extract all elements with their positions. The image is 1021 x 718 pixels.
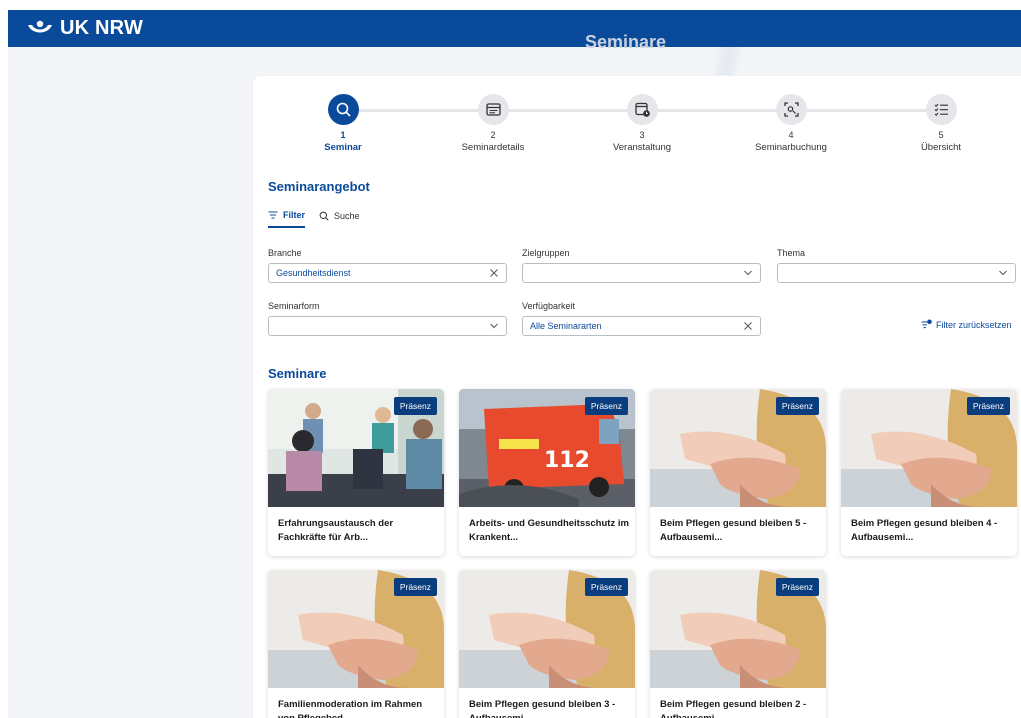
checklist-icon bbox=[934, 103, 948, 117]
branche-select[interactable]: Gesundheitsdienst bbox=[268, 263, 507, 283]
logo-text: UK NRW bbox=[60, 17, 144, 39]
filter-tabs: Filter Suche bbox=[268, 210, 360, 228]
calendar-clock-icon bbox=[634, 102, 650, 117]
tab-filter[interactable]: Filter bbox=[268, 210, 306, 228]
thema-select[interactable] bbox=[777, 263, 1016, 283]
step-circle bbox=[775, 94, 807, 125]
step-circle bbox=[327, 94, 359, 125]
branche-label: Branche bbox=[268, 248, 302, 258]
presence-badge: Präsenz bbox=[393, 397, 437, 415]
verfuegbarkeit-select[interactable]: Alle Seminararten bbox=[522, 316, 761, 336]
booking-icon bbox=[783, 102, 799, 117]
tab-label: Filter bbox=[283, 210, 306, 220]
seminar-card[interactable]: Präsenz Beim Pflegen gesund bleiben 2 - … bbox=[650, 570, 826, 718]
zielgruppen-label: Zielgruppen bbox=[522, 248, 570, 258]
step-circle bbox=[626, 94, 658, 125]
step-circle bbox=[477, 94, 509, 125]
seminars-heading: Seminare bbox=[268, 366, 327, 381]
reset-filter-button[interactable]: Filter zurücksetzen bbox=[921, 319, 1012, 330]
seminar-card[interactable]: Präsenz Erfahrungsaustausch der Fachkräf… bbox=[268, 389, 444, 556]
main-card: 1 Seminar 2 Seminardetails 3 Veranstaltu… bbox=[253, 76, 1021, 718]
verfuegbarkeit-field: Verfügbarkeit Alle Seminararten bbox=[522, 301, 761, 336]
clear-icon[interactable] bbox=[743, 321, 753, 331]
svg-text:112: 112 bbox=[544, 448, 590, 473]
presence-badge: Präsenz bbox=[393, 578, 437, 596]
branche-value: Gesundheitsdienst bbox=[276, 268, 351, 278]
seminar-card[interactable]: Präsenz Beim Pflegen gesund bleiben 4 - … bbox=[841, 389, 1017, 556]
step-number: 1 bbox=[340, 130, 346, 140]
chevron-down-icon bbox=[490, 323, 498, 329]
branche-field: Branche Gesundheitsdienst bbox=[268, 248, 507, 283]
clear-icon[interactable] bbox=[489, 268, 499, 278]
seminar-title: Beim Pflegen gesund bleiben 4 - Aufbause… bbox=[851, 518, 998, 543]
verfuegbarkeit-value: Alle Seminararten bbox=[530, 321, 602, 331]
search-icon bbox=[319, 211, 329, 221]
seminar-title: Beim Pflegen gesund bleiben 3 - Aufbause… bbox=[469, 699, 616, 718]
seminarform-label: Seminarform bbox=[268, 301, 320, 311]
seminar-title: Erfahrungsaustausch der Fachkräfte für A… bbox=[278, 518, 394, 543]
thema-label: Thema bbox=[777, 248, 806, 258]
seminar-title: Beim Pflegen gesund bleiben 5 - Aufbause… bbox=[660, 518, 807, 543]
filter-reset-icon bbox=[921, 319, 932, 329]
thema-field: Thema bbox=[777, 248, 1016, 283]
step-number: 3 bbox=[639, 130, 645, 140]
step-number: 4 bbox=[788, 130, 794, 140]
verfuegbarkeit-label: Verfügbarkeit bbox=[522, 301, 576, 311]
seminar-card[interactable]: Präsenz Familienmoderation im Rahmen von… bbox=[268, 570, 444, 718]
presence-badge: Präsenz bbox=[584, 397, 628, 415]
details-icon bbox=[485, 103, 501, 116]
uk-nrw-logo[interactable]: UK NRW bbox=[26, 17, 143, 40]
seminar-card[interactable]: Präsenz Beim Pflegen gesund bleiben 5 - … bbox=[650, 389, 826, 556]
step-label: Seminardetails bbox=[461, 142, 525, 153]
step-number: 5 bbox=[938, 130, 944, 140]
zielgruppen-field: Zielgruppen bbox=[522, 248, 761, 283]
booking-stepper: 1 Seminar 2 Seminardetails 3 Veranstaltu… bbox=[253, 94, 1021, 164]
tab-suche[interactable]: Suche bbox=[319, 210, 360, 228]
reset-filter-label: Filter zurücksetzen bbox=[936, 319, 1012, 330]
step-seminarbuchung[interactable]: 4 Seminarbuchung bbox=[736, 94, 846, 153]
step-seminar[interactable]: 1 Seminar bbox=[288, 94, 398, 153]
presence-badge: Präsenz bbox=[584, 578, 628, 596]
step-circle bbox=[925, 94, 957, 125]
logo-mark-icon bbox=[28, 20, 52, 32]
seminar-title: Arbeits- und Gesundheitsschutz im Kranke… bbox=[469, 518, 629, 543]
search-icon bbox=[336, 102, 351, 117]
chevron-down-icon bbox=[744, 270, 752, 276]
seminarform-field: Seminarform bbox=[268, 301, 507, 336]
step-label: Übersicht bbox=[920, 142, 962, 153]
chevron-down-icon bbox=[999, 270, 1007, 276]
step-number: 2 bbox=[490, 130, 496, 140]
presence-badge: Präsenz bbox=[966, 397, 1010, 415]
filter-icon bbox=[268, 211, 278, 219]
seminar-title: Beim Pflegen gesund bleiben 2 - Aufbause… bbox=[660, 699, 807, 718]
zielgruppen-select[interactable] bbox=[522, 263, 761, 283]
seminar-title: Familienmoderation im Rahmen von Pflegeb… bbox=[278, 699, 423, 718]
decorative-swoosh bbox=[700, 47, 770, 75]
step-seminardetails[interactable]: 2 Seminardetails bbox=[438, 94, 548, 153]
top-bar: UK NRW bbox=[8, 10, 1021, 47]
seminar-card[interactable]: Präsenz Beim Pflegen gesund bleiben 3 - … bbox=[459, 570, 635, 718]
step-veranstaltung[interactable]: 3 Veranstaltung bbox=[587, 94, 697, 153]
step-label: Seminar bbox=[324, 142, 362, 153]
seminarform-select[interactable] bbox=[268, 316, 507, 336]
seminar-card[interactable]: 112 Präsenz Arbeits- und Gesundheitsschu… bbox=[459, 389, 635, 556]
step-label: Veranstaltung bbox=[612, 142, 672, 153]
step-uebersicht[interactable]: 5 Übersicht bbox=[886, 94, 996, 153]
presence-badge: Präsenz bbox=[775, 397, 819, 415]
tab-label: Suche bbox=[334, 211, 360, 221]
background-page-title: Seminare bbox=[585, 32, 667, 52]
offer-heading: Seminarangebot bbox=[268, 179, 370, 194]
step-label: Seminarbuchung bbox=[755, 142, 827, 153]
presence-badge: Präsenz bbox=[775, 578, 819, 596]
